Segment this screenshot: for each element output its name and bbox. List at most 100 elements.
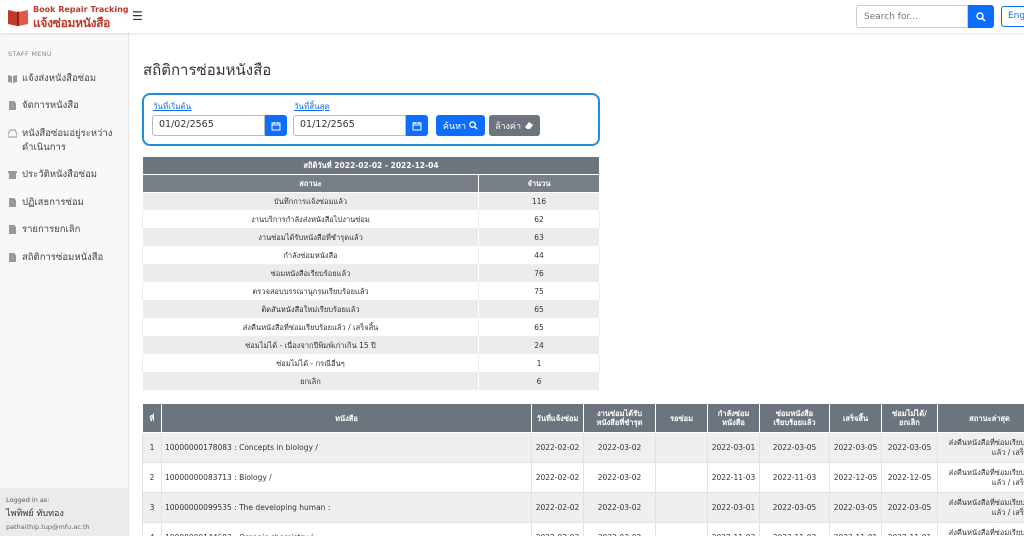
summary-count: 65 <box>478 318 600 337</box>
eraser-icon <box>525 122 534 129</box>
summary-status: งานซ่อมได้รับหนังสือที่ชำรุดแล้ว <box>142 228 479 247</box>
summary-count: 63 <box>478 228 600 247</box>
summary-status: กำลังซ่อมหนังสือ <box>142 246 479 265</box>
summary-row: ซ่อมไม่ได้ - กรณีอื่นๆ 1 <box>142 354 600 373</box>
summary-count: 75 <box>478 282 600 301</box>
cell-received: 2022-03-02 <box>583 432 656 463</box>
cell-repaired: 2022-03-05 <box>759 492 830 523</box>
col-repairing: กำลังซ่อมหนังสือ <box>707 403 760 433</box>
clear-button[interactable]: ล้างค่า <box>489 115 540 136</box>
summary-status: ซ่อมหนังสือเรียบร้อยแล้ว <box>142 264 479 283</box>
summary-status: ติดสันหนังสือใหม่เรียบร้อยแล้ว <box>142 300 479 319</box>
cell-waiting <box>655 492 708 523</box>
cell-unrepairable: 2022-03-05 <box>881 492 938 523</box>
cell-repairing: 2022-03-01 <box>707 492 760 523</box>
table-row: 3 10000000099535 : The developing human … <box>142 492 1024 523</box>
start-date-input[interactable]: 01/02/2565 <box>152 115 265 136</box>
sidebar-item-cancelled[interactable]: รายการยกเลิก <box>8 223 124 237</box>
summary-count: 24 <box>478 336 600 355</box>
file-icon <box>9 198 16 207</box>
summary-count: 6 <box>478 372 600 391</box>
sidebar-item-in-progress[interactable]: หนังสือซ่อมอยู่ระหว่างดำเนินการ <box>8 127 124 155</box>
summary-row: ซ่อมหนังสือเรียบร้อยแล้ว 76 <box>142 264 600 283</box>
summary-status: ซ่อมไม่ได้ - เนื่องจากปีพิมพ์เก่าเกิน 15… <box>142 336 479 355</box>
search-input[interactable] <box>856 5 968 28</box>
sidebar-item-label: ปฏิเสธการซ่อม <box>22 197 84 208</box>
col-done: เสร็จสิ้น <box>829 403 882 433</box>
cell-received: 2022-03-02 <box>583 522 656 536</box>
search-icon <box>469 121 478 130</box>
brand-subtitle: Book Repair Tracking <box>33 5 129 14</box>
search-submit-label: ค้นหา <box>442 121 467 132</box>
cell-book: 10000000178083 : Concepts in biology / <box>161 432 532 463</box>
summary-status: ยกเลิก <box>142 372 479 391</box>
summary-status: ตรวจสอบบรรณานุกรมเรียบร้อยแล้ว <box>142 282 479 301</box>
sidebar-item-label: รายการยกเลิก <box>22 224 81 235</box>
col-latest-status: สถานะล่าสุด <box>937 403 1024 433</box>
cell-done: 2022-12-05 <box>829 462 882 493</box>
cell-unrepairable: 2022-03-05 <box>881 432 938 463</box>
cell-latest-status: ส่งคืนหนังสือที่ซ่อมเรียบร้อยแล้ว / เสร็… <box>937 522 1024 536</box>
sidebar-item-label: แจ้งส่งหนังสือซ่อม <box>22 73 97 84</box>
logged-in-label: Logged in as: <box>6 496 50 504</box>
summary-status: ซ่อมไม่ได้ - กรณีอื่นๆ <box>142 354 479 373</box>
cell-repairing: 2022-11-03 <box>707 462 760 493</box>
summary-status: งานบริการกำลังส่งหนังสือไปงานซ่อม <box>142 210 479 229</box>
sidebar-item-history[interactable]: ประวัติหนังสือซ่อม <box>8 168 124 182</box>
cell-book: 10000000099535 : The developing human : <box>161 492 532 523</box>
sidebar-toggle-button[interactable]: ☰ <box>132 9 143 23</box>
summary-count: 116 <box>478 192 600 211</box>
end-date-label: วันที่สิ้นสุด <box>294 102 330 111</box>
repair-details-table: ที่ หนังสือ วันที่แจ้งซ่อม งานซ่อมได้รับ… <box>142 403 1024 536</box>
col-book: หนังสือ <box>161 403 532 433</box>
search-button[interactable] <box>968 5 994 28</box>
summary-col-count: จำนวน <box>478 174 600 193</box>
archive-icon <box>8 171 17 179</box>
user-email: pathaithip.tup@mfu.ac.th <box>6 523 90 531</box>
start-date-label: วันที่เริ่มต้น <box>153 102 192 111</box>
language-button[interactable]: English <box>1001 6 1024 27</box>
logged-in-panel: Logged in as: ไพทิพย์ ทับทอง pathaithip.… <box>0 488 128 536</box>
search-submit-button[interactable]: ค้นหา <box>436 115 485 136</box>
sidebar-item-statistics[interactable]: สถิติการซ่อมหนังสือ <box>8 251 124 265</box>
summary-count: 65 <box>478 300 600 319</box>
calendar-icon <box>271 121 281 130</box>
cell-reported: 2022-02-02 <box>531 492 584 523</box>
summary-count: 62 <box>478 210 600 229</box>
sidebar-item-label: จัดการหนังสือ <box>22 100 79 111</box>
brand-title: แจ้งซ่อมหนังสือ <box>33 16 111 30</box>
cell-no: 3 <box>142 492 162 523</box>
table-row: 1 10000000178083 : Concepts in biology /… <box>142 432 1024 463</box>
cell-repaired: 2022-03-05 <box>759 432 830 463</box>
inbox-icon <box>8 129 17 138</box>
col-reported: วันที่แจ้งซ่อม <box>531 403 584 433</box>
summary-row: กำลังซ่อมหนังสือ 44 <box>142 246 600 265</box>
clear-label: ล้างค่า <box>494 121 522 132</box>
summary-status: ส่งคืนหนังสือที่ซ่อมเรียบร้อยแล้ว / เสร็… <box>142 318 479 337</box>
cell-book: 10000000144692 : Organic chemistry / <box>161 522 532 536</box>
end-date-input[interactable]: 01/12/2565 <box>293 115 406 136</box>
cell-repairing: 2022-11-03 <box>707 522 760 536</box>
cell-received: 2022-03-02 <box>583 462 656 493</box>
cell-repaired: 2022-11-03 <box>759 462 830 493</box>
summary-row: งานซ่อมได้รับหนังสือที่ชำรุดแล้ว 63 <box>142 228 600 247</box>
cell-waiting <box>655 522 708 536</box>
brand-logo[interactable]: Book Repair Tracking แจ้งซ่อมหนังสือ <box>7 5 129 30</box>
sidebar-item-manage-books[interactable]: จัดการหนังสือ <box>8 99 124 113</box>
sidebar-item-report-repair[interactable]: แจ้งส่งหนังสือซ่อม <box>8 72 124 86</box>
sidebar-item-rejected[interactable]: ปฏิเสธการซ่อม <box>8 196 124 210</box>
sidebar-heading: STAFF MENU <box>8 50 52 58</box>
start-date-picker-button[interactable] <box>265 115 287 136</box>
summary-count: 44 <box>478 246 600 265</box>
summary-table: สถิติวันที่ 2022-02-02 - 2022-12-04 สถาน… <box>142 156 600 391</box>
col-received: งานซ่อมได้รับหนังสือที่ชำรุด <box>583 403 656 433</box>
summary-count: 1 <box>478 354 600 373</box>
calendar-icon <box>412 121 422 130</box>
summary-status: บันทึกการแจ้งซ่อมแล้ว <box>142 192 479 211</box>
cell-received: 2022-03-02 <box>583 492 656 523</box>
cell-unrepairable: 2022-11-01 <box>881 522 938 536</box>
end-date-picker-button[interactable] <box>406 115 428 136</box>
cell-waiting <box>655 462 708 493</box>
sidebar: STAFF MENU แจ้งส่งหนังสือซ่อม จัดการหนัง… <box>0 33 129 536</box>
cell-latest-status: ส่งคืนหนังสือที่ซ่อมเรียบร้อยแล้ว / เสร็… <box>937 462 1024 493</box>
